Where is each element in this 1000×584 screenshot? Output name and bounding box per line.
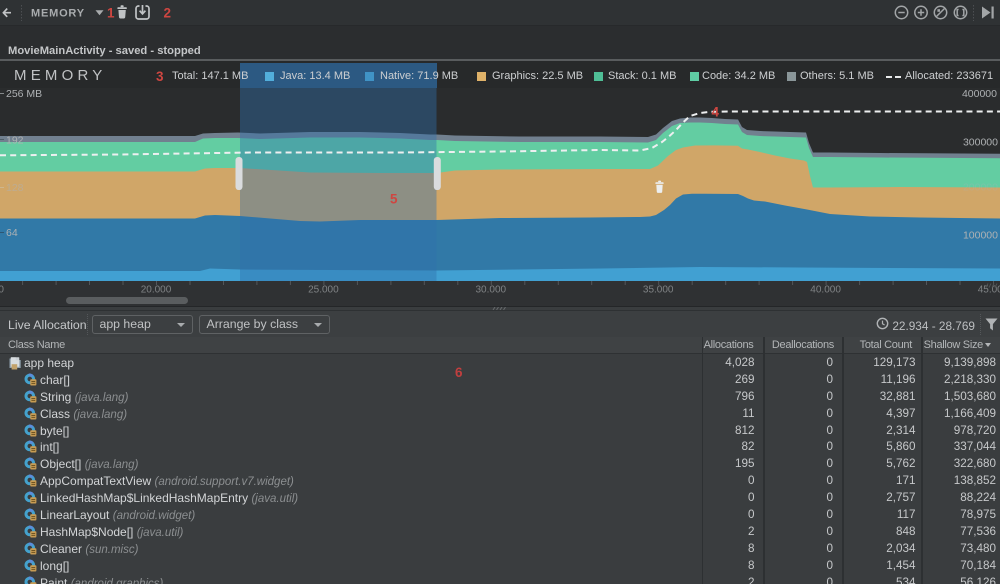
svg-text:128: 128 xyxy=(6,182,24,194)
svg-text:256 MB: 256 MB xyxy=(6,88,42,100)
svg-text:64: 64 xyxy=(6,227,18,239)
svg-text:1: 1 xyxy=(107,6,115,21)
svg-text:15.000: 15.000 xyxy=(0,285,4,296)
svg-text:4: 4 xyxy=(712,105,720,120)
svg-text:400000: 400000 xyxy=(962,88,997,100)
svg-text:192: 192 xyxy=(6,134,24,146)
svg-text:200000: 200000 xyxy=(963,182,998,194)
svg-text:40.000: 40.000 xyxy=(810,285,841,296)
svg-text:100000: 100000 xyxy=(963,230,998,242)
svg-text:25.000: 25.000 xyxy=(308,285,339,296)
svg-text:20.000: 20.000 xyxy=(141,285,172,296)
svg-text:2: 2 xyxy=(164,6,172,21)
svg-text:5: 5 xyxy=(390,192,398,207)
svg-text:30.000: 30.000 xyxy=(476,285,507,296)
svg-text:300000: 300000 xyxy=(963,137,998,149)
svg-text:MEMORY: MEMORY xyxy=(31,8,85,20)
svg-text:35.000: 35.000 xyxy=(643,285,674,296)
